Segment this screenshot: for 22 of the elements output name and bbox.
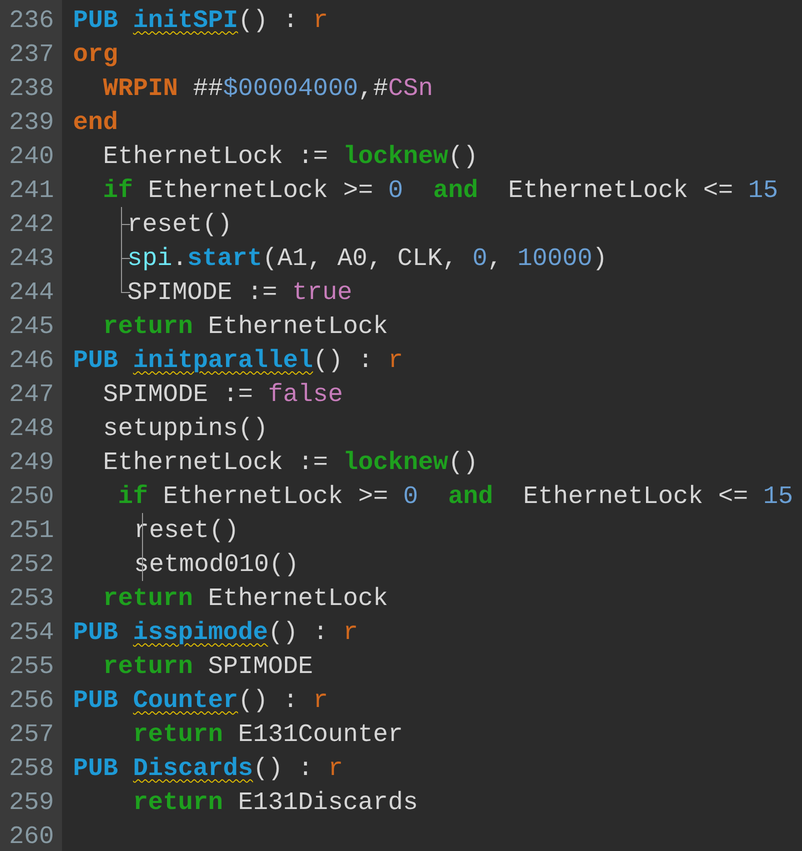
- code-line: if EthernetLock >= 0 and EthernetLock <= 15: [118, 482, 794, 510]
- code-line: spi.start(A1, A0, CLK, 0, 10000): [127, 244, 608, 272]
- code-line: PUB isspimode() : r: [73, 618, 358, 646]
- code-line: WRPIN ##$00004000,#CSn: [103, 74, 434, 102]
- code-line: if EthernetLock >= 0 and EthernetLock <= 15: [103, 176, 778, 204]
- code-line: PUB Counter() : r: [73, 686, 328, 714]
- code-line: org: [73, 40, 118, 68]
- code-line: SPIMODE := true: [127, 278, 352, 306]
- code-line: setuppins(): [103, 414, 268, 442]
- code-line: return EthernetLock: [103, 312, 388, 340]
- code-line: return E131Discards: [133, 788, 418, 816]
- code-line: SPIMODE := false: [103, 380, 344, 408]
- code-line: PUB Discards() : r: [73, 754, 344, 782]
- code-line: PUB initparallel() : r: [73, 346, 404, 374]
- code-line: end: [73, 108, 118, 136]
- code-line: reset(): [127, 210, 232, 238]
- code-line: return EthernetLock: [103, 584, 388, 612]
- code-line: return E131Counter: [133, 720, 404, 748]
- code-line: EthernetLock := locknew(): [103, 448, 478, 476]
- code-line: EthernetLock := locknew(): [103, 142, 478, 170]
- code-line: PUB initSPI() : r: [73, 6, 328, 34]
- code-line: return SPIMODE: [103, 652, 314, 680]
